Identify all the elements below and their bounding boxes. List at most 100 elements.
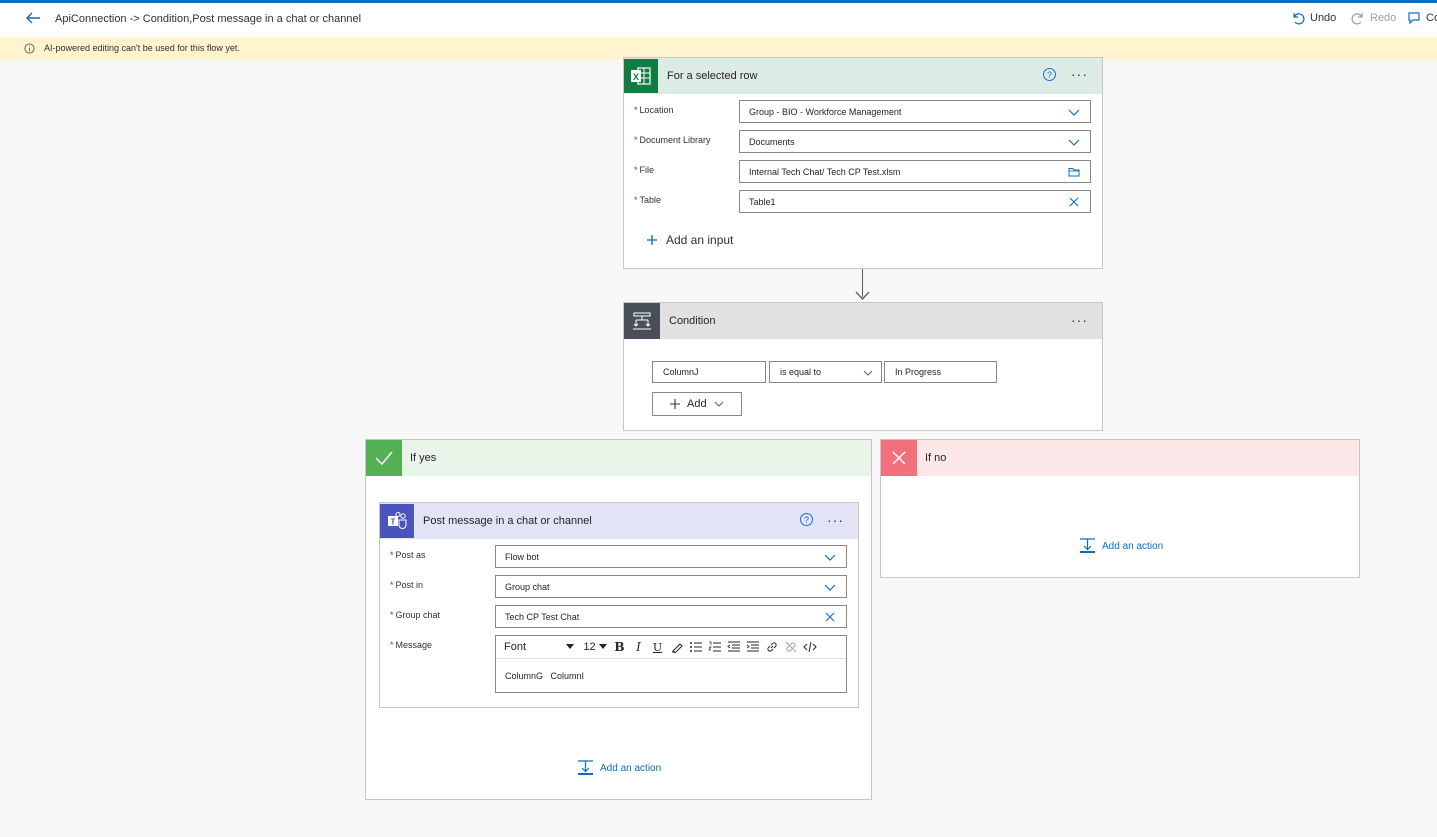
- comments-button[interactable]: Co: [1407, 11, 1437, 25]
- increase-indent-icon[interactable]: [743, 638, 762, 656]
- font-label: Font: [504, 641, 527, 653]
- excel-card-header[interactable]: X For a selected row ? ···: [624, 58, 1102, 94]
- plus-icon: [647, 235, 657, 245]
- teams-post-message-card: T Post message in a chat or channel ? ··…: [379, 502, 859, 708]
- add-input-label: Add an input: [666, 233, 734, 247]
- checkmark-icon: [366, 440, 402, 476]
- svg-text:X: X: [633, 72, 639, 82]
- condition-right-operand[interactable]: In Progress: [884, 361, 997, 383]
- add-input-button[interactable]: Add an input: [646, 233, 733, 247]
- unlink-icon[interactable]: [781, 638, 800, 656]
- post-in-dropdown[interactable]: Group chat: [495, 575, 847, 598]
- font-size-dropdown[interactable]: 12: [580, 638, 610, 656]
- rich-text-toolbar: Font 12 B I U: [496, 636, 846, 658]
- underline-icon[interactable]: U: [648, 638, 667, 656]
- condition-card: Condition ··· ColumnJ is equal to In Pro…: [623, 302, 1103, 431]
- clear-icon[interactable]: [1068, 196, 1080, 208]
- document-library-label: * Document Library: [634, 135, 711, 145]
- add-action-icon: [578, 760, 593, 775]
- clear-icon[interactable]: [824, 611, 836, 623]
- location-dropdown[interactable]: Group - BIO - Workforce Management: [739, 100, 1091, 123]
- decrease-indent-icon[interactable]: [724, 638, 743, 656]
- help-icon[interactable]: ?: [800, 513, 813, 526]
- designer-header: ApiConnection -> Condition,Post message …: [0, 3, 1437, 37]
- comment-icon: [1408, 12, 1420, 25]
- undo-label: Undo: [1310, 12, 1337, 24]
- folder-icon[interactable]: [1068, 166, 1080, 178]
- group-chat-label: * Group chat: [390, 610, 441, 620]
- connector-arrow-icon: [855, 291, 870, 300]
- group-chat-value: Tech CP Test Chat: [505, 611, 580, 622]
- link-icon[interactable]: [762, 638, 781, 656]
- location-value: Group - BIO - Workforce Management: [749, 106, 902, 117]
- file-value: Internal Tech Chat/ Tech CP Test.xlsm: [749, 166, 901, 177]
- excel-trigger-card: X For a selected row ? ··· * Location Gro…: [623, 57, 1103, 269]
- undo-button[interactable]: Undo: [1291, 11, 1336, 25]
- more-options-icon[interactable]: ···: [1071, 312, 1088, 328]
- message-content[interactable]: ColumnG ColumnI: [505, 671, 584, 681]
- close-icon: [881, 440, 917, 476]
- if-yes-branch: If yes T Post message in a chat or chann…: [365, 439, 872, 800]
- font-size-label: 12: [583, 641, 596, 653]
- condition-left-operand[interactable]: ColumnJ: [652, 361, 766, 383]
- teams-card-title: Post message in a chat or channel: [423, 515, 592, 527]
- document-library-value: Documents: [749, 136, 795, 147]
- operator-value: is equal to: [780, 367, 822, 377]
- bold-icon[interactable]: B: [610, 638, 629, 656]
- chevron-down-icon: [1068, 139, 1080, 146]
- add-condition-button[interactable]: Add: [652, 392, 742, 416]
- chevron-down-icon: [1068, 109, 1080, 116]
- condition-icon: [624, 303, 660, 339]
- chevron-down-icon: [824, 554, 836, 561]
- condition-card-header[interactable]: Condition ···: [624, 303, 1102, 339]
- undo-icon: [1293, 13, 1305, 25]
- more-options-icon[interactable]: ···: [1071, 66, 1088, 82]
- post-in-value: Group chat: [505, 581, 550, 592]
- italic-icon[interactable]: I: [629, 638, 648, 656]
- group-chat-dropdown[interactable]: Tech CP Test Chat: [495, 605, 847, 628]
- redo-button[interactable]: Redo: [1351, 11, 1396, 25]
- teams-icon: T: [380, 504, 414, 538]
- add-action-icon: [1080, 538, 1095, 553]
- if-no-title: If no: [925, 452, 947, 464]
- numbered-list-icon[interactable]: [705, 638, 724, 656]
- if-yes-header[interactable]: If yes: [366, 440, 871, 476]
- comments-label: Co: [1426, 12, 1437, 24]
- if-no-header[interactable]: If no: [881, 440, 1359, 476]
- if-yes-add-action-button[interactable]: Add an action: [577, 760, 661, 776]
- add-action-label: Add an action: [600, 762, 662, 774]
- table-dropdown[interactable]: Table1: [739, 190, 1091, 213]
- highlight-icon[interactable]: [667, 638, 686, 656]
- right-operand-value: In Progress: [895, 367, 942, 377]
- back-button[interactable]: [24, 10, 44, 28]
- if-no-add-action-button[interactable]: Add an action: [1079, 538, 1163, 554]
- teams-card-header[interactable]: T Post message in a chat or channel ? ··…: [380, 503, 858, 539]
- excel-icon: X: [624, 59, 658, 93]
- condition-operator-dropdown[interactable]: is equal to: [769, 361, 882, 383]
- if-no-branch: If no Add an action: [880, 439, 1360, 578]
- file-label: * File: [634, 165, 655, 175]
- chevron-down-icon: [824, 584, 836, 591]
- file-picker[interactable]: Internal Tech Chat/ Tech CP Test.xlsm: [739, 160, 1091, 183]
- banner-text: AI-powered editing can't be used for thi…: [44, 43, 240, 53]
- message-editor[interactable]: Font 12 B I U ColumnG ColumnI: [495, 635, 847, 693]
- caret-down-icon: [598, 644, 607, 649]
- back-arrow-icon: [26, 12, 40, 24]
- font-dropdown[interactable]: Font: [498, 638, 580, 656]
- table-value: Table1: [749, 196, 776, 207]
- table-label: * Table: [634, 195, 662, 205]
- condition-card-title: Condition: [669, 315, 716, 327]
- location-label: * Location: [634, 105, 674, 115]
- more-options-icon[interactable]: ···: [827, 512, 844, 528]
- post-as-value: Flow bot: [505, 551, 540, 562]
- document-library-dropdown[interactable]: Documents: [739, 130, 1091, 153]
- bullet-list-icon[interactable]: [686, 638, 705, 656]
- chevron-down-icon: [863, 370, 873, 376]
- caret-down-icon: [566, 644, 574, 649]
- redo-label: Redo: [1370, 12, 1397, 24]
- help-icon[interactable]: ?: [1043, 68, 1056, 81]
- add-action-label: Add an action: [1102, 540, 1164, 552]
- code-view-icon[interactable]: [800, 638, 819, 656]
- left-operand-value: ColumnJ: [663, 367, 699, 377]
- post-as-dropdown[interactable]: Flow bot: [495, 545, 847, 568]
